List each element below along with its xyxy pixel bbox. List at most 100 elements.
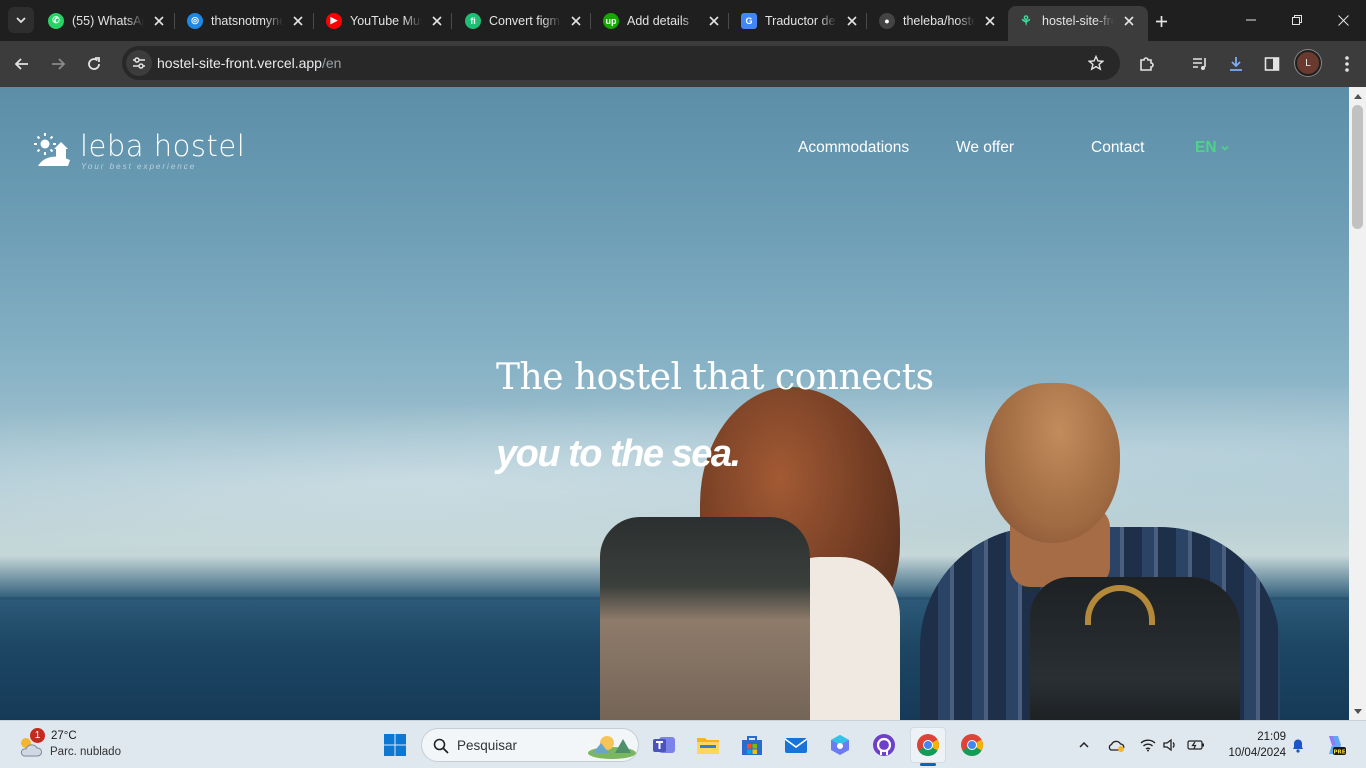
tab-title: Convert figma bbox=[489, 13, 561, 28]
arrow-left-icon bbox=[14, 58, 28, 70]
sun-house-logo-icon bbox=[34, 133, 70, 166]
star-icon bbox=[1088, 55, 1104, 71]
site-logo[interactable]: leba hostel Your best experience bbox=[34, 129, 245, 173]
chrome-icon bbox=[917, 734, 939, 756]
onedrive-tray[interactable] bbox=[1106, 735, 1126, 755]
system-clock[interactable]: 21:09 10/04/2024 bbox=[1218, 729, 1286, 761]
language-selector[interactable]: EN bbox=[1195, 139, 1230, 157]
chrome-app-active[interactable] bbox=[910, 727, 946, 763]
reload-button[interactable] bbox=[80, 50, 108, 78]
restore-button[interactable] bbox=[1274, 0, 1320, 40]
nav-accommodations[interactable]: Acommodations bbox=[798, 139, 909, 157]
tab-title: Add details bbox=[627, 13, 689, 28]
page-scrollbar[interactable] bbox=[1349, 87, 1366, 720]
google-translate-icon: G bbox=[741, 12, 757, 29]
download-icon bbox=[1230, 57, 1242, 71]
tab-youtube-music[interactable]: ▶ YouTube Music bbox=[316, 6, 456, 35]
taskbar-search[interactable]: Pesquisar bbox=[421, 728, 639, 762]
tab-title: hostel-site-front bbox=[1042, 13, 1114, 28]
scroll-thumb[interactable] bbox=[1352, 105, 1363, 229]
close-icon[interactable] bbox=[428, 12, 446, 30]
volume-tray[interactable] bbox=[1160, 735, 1180, 755]
tab-traductor[interactable]: G Traductor de bbox=[731, 6, 871, 35]
chrome-menu-button[interactable] bbox=[1333, 50, 1361, 78]
tab-hostel-site-front[interactable]: ⚘ hostel-site-front bbox=[1008, 6, 1148, 41]
github-desktop-icon bbox=[873, 734, 895, 756]
logo-tagline: Your best experience bbox=[81, 162, 197, 171]
nav-we-offer[interactable]: We offer bbox=[956, 139, 1014, 157]
weather-description: Parc. nublado bbox=[50, 746, 121, 758]
github-desktop-app[interactable] bbox=[866, 727, 902, 763]
address-bar[interactable]: hostel-site-front.vercel.app/en bbox=[122, 46, 1120, 80]
tab-add-details[interactable]: up Add details bbox=[593, 6, 733, 35]
tab-title: (55) WhatsApp bbox=[72, 13, 144, 28]
svg-text:PRE: PRE bbox=[1333, 749, 1345, 755]
battery-tray[interactable] bbox=[1186, 735, 1206, 755]
woman-backpack bbox=[600, 517, 810, 720]
profile-avatar[interactable]: L bbox=[1295, 50, 1321, 76]
start-button[interactable] bbox=[377, 727, 413, 763]
arrow-right-icon bbox=[52, 58, 66, 70]
media-controls-button[interactable] bbox=[1186, 50, 1214, 78]
close-icon[interactable] bbox=[567, 12, 585, 30]
upwork-icon: up bbox=[603, 12, 619, 29]
new-tab-button[interactable] bbox=[1150, 10, 1172, 32]
neighbor-icon: ◎ bbox=[187, 12, 203, 29]
close-icon[interactable] bbox=[843, 12, 861, 30]
close-icon[interactable] bbox=[150, 12, 168, 30]
copilot-app[interactable] bbox=[822, 727, 858, 763]
nav-contact[interactable]: Contact bbox=[1091, 139, 1144, 157]
close-icon bbox=[1337, 14, 1349, 26]
youtube-music-icon: ▶ bbox=[326, 12, 342, 29]
notifications-tray[interactable] bbox=[1288, 735, 1308, 755]
mail-icon bbox=[784, 738, 808, 753]
site-info-button[interactable] bbox=[126, 50, 152, 76]
downloads-button[interactable] bbox=[1222, 50, 1250, 78]
copilot-preview-tray[interactable]: PRE bbox=[1322, 732, 1348, 758]
forward-button[interactable] bbox=[44, 50, 72, 78]
hero-subtitle: you to the sea. bbox=[496, 433, 741, 475]
cloud-sync-icon bbox=[1108, 740, 1125, 752]
file-explorer-app[interactable] bbox=[690, 727, 726, 763]
copilot-pre-icon: PRE bbox=[1329, 736, 1346, 755]
back-button[interactable] bbox=[8, 50, 36, 78]
tab-github-repo[interactable]: ● theleba/hostel bbox=[869, 6, 1009, 35]
tab-separator bbox=[728, 13, 729, 29]
url-path: /en bbox=[321, 55, 342, 71]
tab-whatsapp[interactable]: ✆ (55) WhatsApp bbox=[38, 6, 178, 35]
chevron-up-icon bbox=[1079, 741, 1089, 748]
tab-strip: ✆ (55) WhatsApp ◎ thatsnotmyneighbor ▶ Y… bbox=[0, 0, 1366, 41]
chrome-profile-app[interactable] bbox=[954, 727, 990, 763]
tab-separator bbox=[313, 13, 314, 29]
tab-convert-figma[interactable]: fi Convert figma bbox=[455, 6, 595, 35]
url-text[interactable]: hostel-site-front.vercel.app/en bbox=[157, 55, 341, 71]
close-icon[interactable] bbox=[705, 12, 723, 30]
close-icon[interactable] bbox=[1120, 12, 1138, 30]
browser-toolbar: hostel-site-front.vercel.app/en L bbox=[0, 41, 1366, 87]
show-hidden-icons-button[interactable] bbox=[1074, 735, 1094, 755]
scroll-up-button[interactable] bbox=[1349, 87, 1366, 104]
mail-app[interactable] bbox=[778, 727, 814, 763]
extensions-button[interactable] bbox=[1133, 50, 1161, 78]
restore-icon bbox=[1292, 15, 1302, 25]
close-icon[interactable] bbox=[981, 12, 999, 30]
language-label: EN bbox=[1195, 139, 1217, 156]
man-head bbox=[985, 383, 1120, 543]
weather-widget[interactable]: 1 27°C Parc. nublado bbox=[16, 728, 146, 764]
tab-separator bbox=[866, 13, 867, 29]
active-app-indicator bbox=[920, 763, 936, 766]
wifi-tray[interactable] bbox=[1138, 735, 1158, 755]
tab-separator bbox=[451, 13, 452, 29]
close-window-button[interactable] bbox=[1320, 0, 1366, 40]
close-icon[interactable] bbox=[289, 12, 307, 30]
windows-start-icon bbox=[384, 734, 406, 756]
scroll-down-button[interactable] bbox=[1349, 703, 1366, 720]
weather-temperature: 27°C bbox=[51, 730, 77, 742]
side-panel-button[interactable] bbox=[1258, 50, 1286, 78]
tab-search-button[interactable] bbox=[8, 7, 34, 33]
minimize-button[interactable] bbox=[1228, 0, 1274, 40]
bookmark-button[interactable] bbox=[1082, 49, 1110, 77]
tab-thatsnotmyneighbor[interactable]: ◎ thatsnotmyneighbor bbox=[177, 6, 317, 35]
teams-app[interactable] bbox=[646, 727, 682, 763]
store-app[interactable] bbox=[734, 727, 770, 763]
